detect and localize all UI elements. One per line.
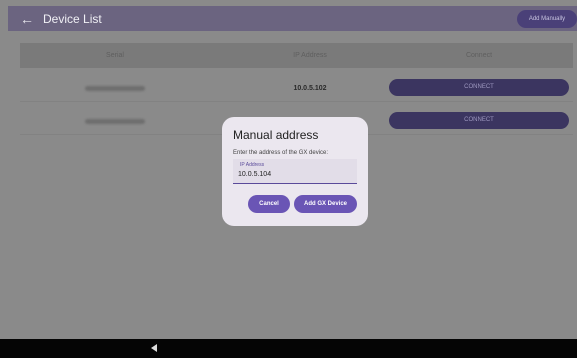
app-screen: ← Device List Add Manually Serial IP Add… bbox=[0, 0, 577, 358]
app-bar: ← Device List Add Manually bbox=[8, 6, 577, 31]
table-row: 10.0.5.102 CONNECT bbox=[20, 76, 573, 102]
connect-button[interactable]: CONNECT bbox=[389, 112, 569, 129]
column-header-ip: IP Address bbox=[293, 52, 327, 59]
add-manually-button[interactable]: Add Manually bbox=[517, 10, 577, 28]
add-gx-device-button[interactable]: Add GX Device bbox=[294, 195, 357, 213]
serial-redacted bbox=[85, 86, 145, 91]
ip-address-input[interactable] bbox=[238, 169, 350, 179]
column-header-serial: Serial bbox=[106, 52, 124, 59]
connect-button[interactable]: CONNECT bbox=[389, 79, 569, 96]
ip-address-cell: 10.0.5.102 bbox=[293, 85, 327, 92]
column-header-connect: Connect bbox=[465, 52, 493, 59]
table-header: Serial IP Address Connect bbox=[20, 43, 573, 68]
cancel-button[interactable]: Cancel bbox=[248, 195, 290, 213]
ip-address-field-label: IP Address bbox=[240, 162, 265, 168]
nav-back-triangle-icon[interactable] bbox=[151, 344, 157, 352]
dialog-title: Manual address bbox=[233, 128, 319, 142]
manual-address-dialog: Manual address Enter the address of the … bbox=[222, 117, 368, 226]
arrow-left-icon[interactable]: ← bbox=[20, 11, 36, 27]
system-nav-bar bbox=[0, 339, 577, 358]
page-title: Device List bbox=[43, 12, 102, 26]
ip-address-field[interactable]: IP Address bbox=[233, 159, 357, 184]
dialog-prompt: Enter the address of the GX device: bbox=[233, 150, 329, 156]
serial-redacted bbox=[85, 119, 145, 124]
